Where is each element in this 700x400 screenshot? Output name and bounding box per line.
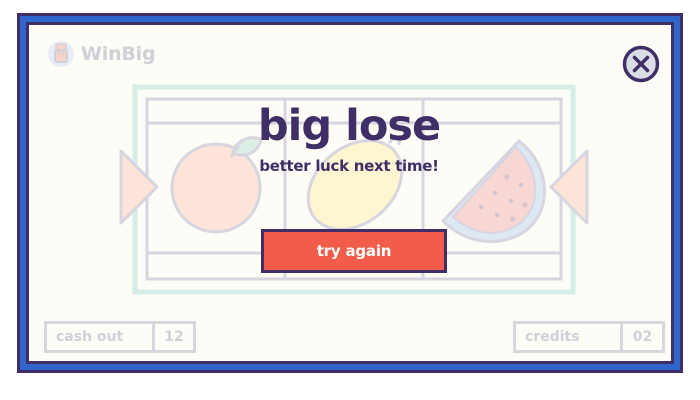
logo-text: WinBig bbox=[81, 43, 156, 65]
game-screen: WinBig big lose better luck next time! t… bbox=[29, 25, 671, 361]
frame-border-blue: WinBig big lose better luck next time! t… bbox=[20, 16, 680, 370]
slot-machine bbox=[119, 84, 589, 295]
try-again-button[interactable]: try again bbox=[261, 229, 447, 273]
orange-icon bbox=[170, 136, 263, 234]
right-pointer-icon bbox=[549, 149, 589, 225]
app-logo: WinBig bbox=[47, 39, 156, 69]
close-button[interactable] bbox=[622, 45, 660, 83]
left-pointer-icon bbox=[119, 149, 159, 225]
credits-label: credits bbox=[513, 321, 623, 353]
game-frame: WinBig big lose better luck next time! t… bbox=[17, 13, 683, 373]
cash-out-label[interactable]: cash out bbox=[44, 321, 155, 353]
cash-out-value: 12 bbox=[155, 321, 196, 353]
frame-border-inner: WinBig big lose better luck next time! t… bbox=[26, 22, 674, 364]
cash-out-panel[interactable]: cash out 12 bbox=[44, 321, 196, 353]
credits-value: 02 bbox=[623, 321, 665, 353]
result-title: big lose bbox=[257, 101, 441, 151]
result-subtitle: better luck next time! bbox=[259, 157, 439, 175]
credits-panel: credits 02 bbox=[513, 321, 665, 353]
logo-fist-icon bbox=[48, 41, 74, 67]
